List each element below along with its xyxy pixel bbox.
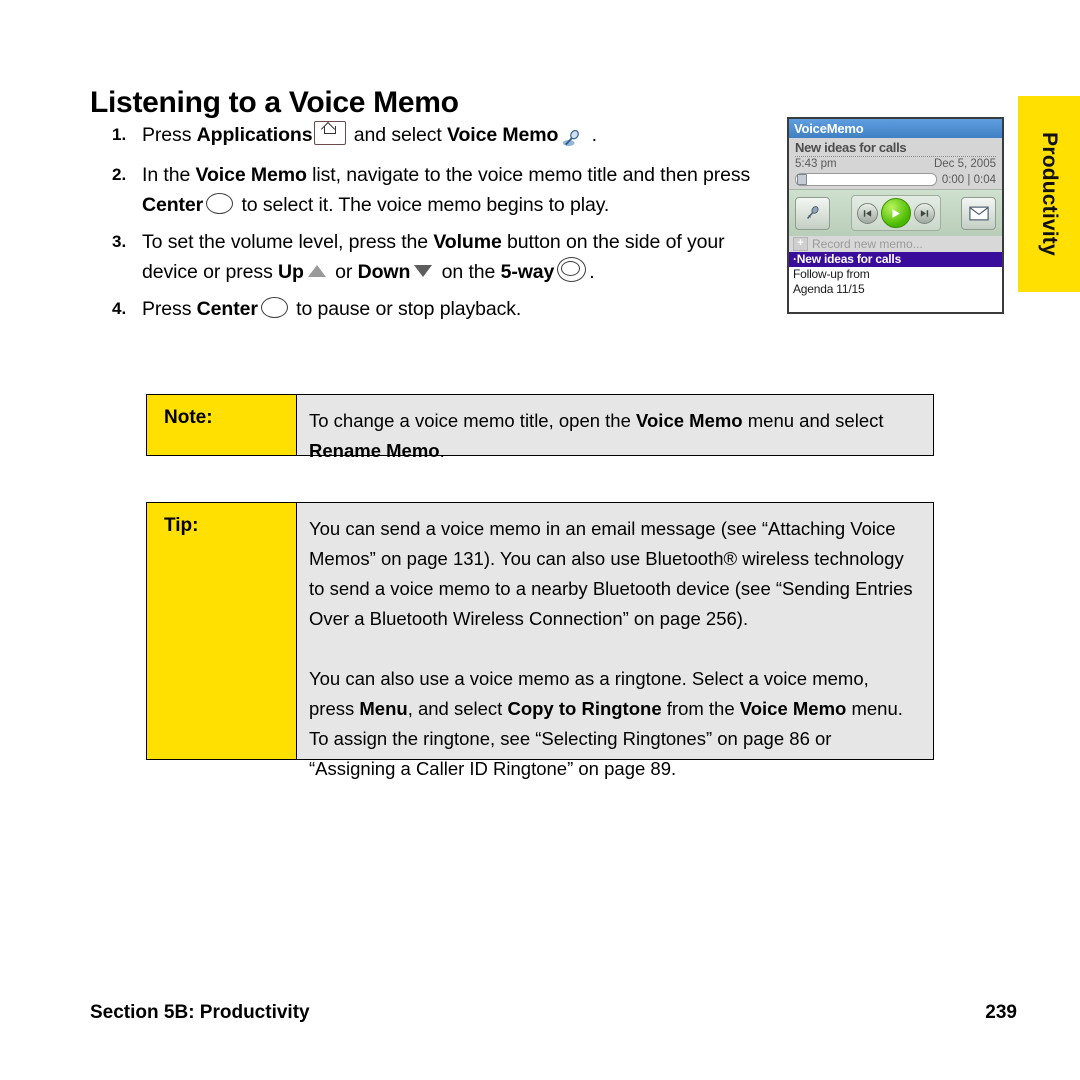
tip-callout: Tip: You can send a voice memo in an ema… bbox=[146, 502, 934, 779]
emphasis-text: Center bbox=[142, 194, 204, 216]
emphasis-text: Copy to Ringtone bbox=[507, 698, 662, 719]
voice-memo-list: + Record new memo... ·New ideas for call… bbox=[789, 236, 1002, 297]
up-arrow-icon bbox=[307, 265, 326, 277]
playback-progress-slider[interactable] bbox=[795, 173, 937, 186]
phone-time: 5:43 pm bbox=[795, 158, 837, 170]
emphasis-text: Up bbox=[278, 261, 304, 283]
emphasis-text: Center bbox=[196, 298, 258, 320]
record-button[interactable] bbox=[795, 196, 830, 230]
step-number: 4. bbox=[112, 299, 127, 318]
phone-info-panel: New ideas for calls 5:43 pm Dec 5, 2005 … bbox=[789, 138, 1002, 189]
phone-progress-row: 0:00 | 0:04 bbox=[795, 173, 996, 186]
play-button[interactable] bbox=[880, 198, 911, 228]
callout-paragraph: To change a voice memo title, open the V… bbox=[309, 410, 884, 461]
note-label: Note: bbox=[147, 395, 297, 455]
down-arrow-icon bbox=[414, 265, 433, 277]
step-text: To set the volume level, press the Volum… bbox=[142, 231, 725, 283]
previous-icon bbox=[863, 209, 871, 217]
callout-paragraph: You can send a voice memo in an email me… bbox=[309, 518, 913, 629]
voice-memo-app-icon bbox=[558, 123, 586, 153]
emphasis-text: Volume bbox=[433, 231, 502, 253]
manual-page: Productivity Listening to a Voice Memo 1… bbox=[0, 0, 1080, 1080]
previous-button[interactable] bbox=[856, 202, 878, 224]
center-button-icon bbox=[206, 193, 234, 214]
note-callout: Note: To change a voice memo title, open… bbox=[146, 394, 934, 461]
duration-time: 0:04 bbox=[973, 173, 996, 186]
progress-knob[interactable] bbox=[797, 174, 807, 185]
record-new-memo-label: Record new memo... bbox=[812, 237, 923, 251]
record-new-memo-row[interactable]: + Record new memo... bbox=[789, 236, 1002, 252]
numbered-steps-list: 1. Press Applications and select Voice Me… bbox=[112, 120, 772, 331]
step-item: 1. Press Applications and select Voice Me… bbox=[112, 120, 772, 153]
send-email-button[interactable] bbox=[961, 196, 996, 230]
play-icon bbox=[892, 208, 900, 218]
step-text: In the Voice Memo list, navigate to the … bbox=[142, 164, 751, 216]
emphasis-text: Applications bbox=[196, 124, 313, 146]
emphasis-text: 5-way bbox=[500, 261, 555, 283]
emphasis-text: Voice Memo bbox=[195, 164, 307, 186]
step-number: 2. bbox=[112, 165, 127, 184]
emphasis-text: Menu bbox=[359, 698, 408, 719]
emphasis-text: Voice Memo bbox=[636, 410, 743, 431]
list-item[interactable]: ·New ideas for calls bbox=[789, 252, 1002, 267]
phone-titlebar: VoiceMemo bbox=[789, 119, 1002, 138]
phone-memo-title: New ideas for calls bbox=[795, 140, 996, 157]
section-side-tab: Productivity bbox=[1018, 96, 1080, 292]
note-body: To change a voice memo title, open the V… bbox=[297, 395, 933, 461]
page-title: Listening to a Voice Memo bbox=[90, 86, 459, 120]
side-tab-label: Productivity bbox=[1038, 132, 1061, 256]
footer-section-label: Section 5B: Productivity bbox=[90, 1002, 310, 1023]
callout-paragraph: You can also use a voice memo as a ringt… bbox=[309, 668, 903, 779]
emphasis-text: Voice Memo bbox=[447, 124, 559, 146]
step-text: Press Applications and select Voice Memo… bbox=[142, 120, 772, 153]
step-item: 3. To set the volume level, press the Vol… bbox=[112, 227, 772, 287]
next-icon bbox=[920, 209, 928, 217]
list-item[interactable]: Follow-up from bbox=[789, 267, 1002, 282]
footer-page-number: 239 bbox=[985, 1002, 1017, 1023]
applications-home-icon bbox=[314, 121, 347, 145]
phone-screenshot: VoiceMemo New ideas for calls 5:43 pm De… bbox=[787, 117, 1004, 314]
phone-playback-controls bbox=[789, 189, 1002, 236]
five-way-navigator-icon bbox=[557, 257, 587, 282]
elapsed-time: 0:00 bbox=[941, 173, 965, 186]
tip-label: Tip: bbox=[147, 503, 297, 759]
time-separator: | bbox=[967, 173, 971, 186]
step-number: 1. bbox=[112, 125, 127, 144]
step-item: 2. In the Voice Memo list, navigate to th… bbox=[112, 160, 772, 220]
phone-time-readout: 0:00 | 0:04 bbox=[942, 174, 996, 186]
emphasis-text: Rename Memo bbox=[309, 440, 440, 461]
envelope-icon bbox=[968, 206, 989, 220]
emphasis-text: Voice Memo bbox=[739, 698, 847, 719]
transport-controls bbox=[850, 195, 941, 231]
list-item[interactable]: Agenda 11/15 bbox=[789, 282, 1002, 297]
phone-date: Dec 5, 2005 bbox=[933, 158, 996, 170]
step-number: 3. bbox=[112, 232, 127, 251]
phone-time-date-row: 5:43 pm Dec 5, 2005 bbox=[795, 158, 996, 170]
next-button[interactable] bbox=[913, 202, 935, 224]
center-button-icon bbox=[260, 297, 288, 318]
plus-icon: + bbox=[793, 237, 808, 251]
emphasis-text: Down bbox=[357, 261, 411, 283]
tip-body: You can send a voice memo in an email me… bbox=[297, 503, 933, 779]
microphone-icon bbox=[806, 205, 819, 219]
step-item: 4. Press Center to pause or stop playback… bbox=[112, 294, 772, 324]
step-text: Press Center to pause or stop playback. bbox=[142, 297, 522, 320]
